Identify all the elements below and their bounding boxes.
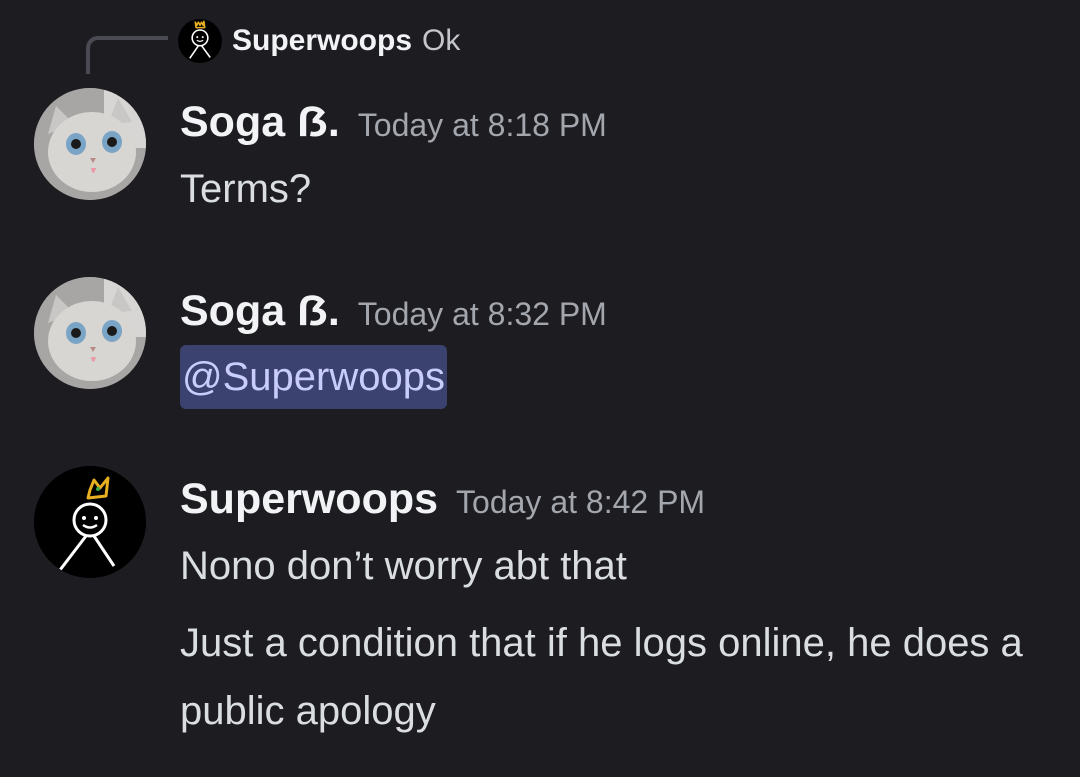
reply-avatar[interactable]	[178, 19, 222, 63]
cat-avatar-icon	[34, 277, 146, 389]
reply-preview[interactable]: Superwoops Ok	[178, 19, 460, 63]
reply-author[interactable]: Superwoops	[232, 24, 412, 58]
message-text: Nono don’t worry abt that	[180, 544, 627, 588]
reply-text[interactable]: Ok	[422, 24, 460, 58]
cat-avatar-icon	[34, 88, 146, 200]
message-timestamp: Today at 8:32 PM	[357, 296, 607, 332]
avatar[interactable]	[34, 466, 146, 578]
crown-stick-figure-icon	[34, 466, 146, 578]
chat-log: Superwoops Ok Soga ẞ. Today at 8:18 PM T…	[0, 0, 1080, 777]
message-author[interactable]: Superwoops	[180, 475, 438, 523]
message-author[interactable]: Soga ẞ.	[180, 98, 340, 146]
reply-spine	[86, 36, 168, 74]
message-timestamp: Today at 8:18 PM	[357, 107, 607, 143]
message-timestamp: Today at 8:42 PM	[456, 484, 706, 520]
crown-stick-figure-icon	[189, 20, 211, 59]
avatar[interactable]	[34, 88, 146, 200]
message-text: Terms?	[180, 167, 312, 211]
avatar[interactable]	[34, 277, 146, 389]
message-author[interactable]: Soga ẞ.	[180, 287, 340, 335]
user-mention[interactable]: @Superwoops	[180, 345, 447, 409]
message-text: Just a condition that if he logs online,…	[180, 621, 1023, 733]
